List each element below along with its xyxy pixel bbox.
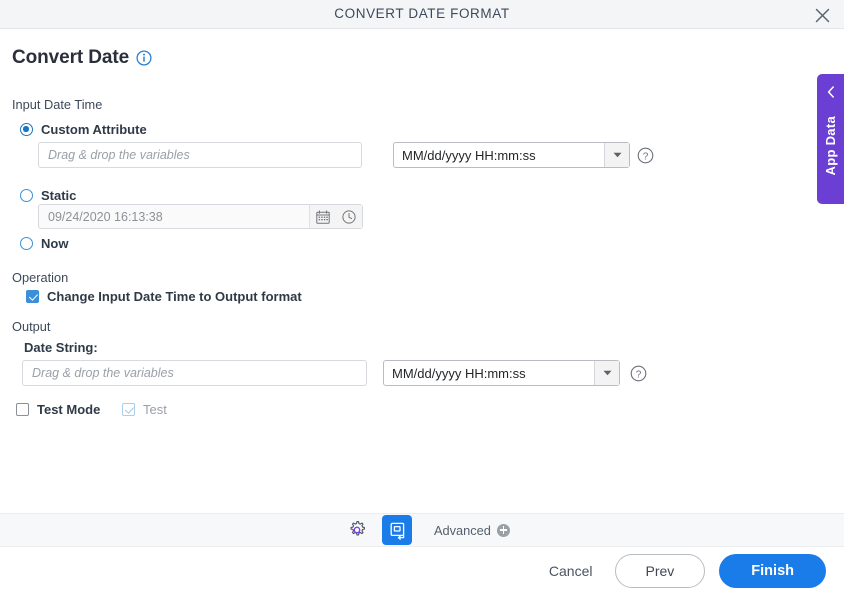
radio-now-label: Now	[41, 236, 69, 251]
svg-text:?: ?	[636, 369, 642, 380]
advanced-button[interactable]: Advanced	[434, 523, 510, 538]
advanced-label: Advanced	[434, 522, 491, 538]
convert-date-icon[interactable]	[382, 515, 412, 545]
page-title-text: Convert Date	[12, 47, 130, 68]
dialog-title: CONVERT DATE FORMAT	[334, 6, 510, 21]
input-format-select[interactable]: MM/dd/yyyy HH:mm:ss	[393, 142, 630, 168]
convert-date-format-dialog: CONVERT DATE FORMAT Convert Date Input D…	[0, 0, 844, 594]
input-format-value: MM/dd/yyyy HH:mm:ss	[402, 147, 536, 163]
radio-now-control[interactable]	[20, 237, 33, 250]
test-label: Test	[143, 402, 167, 417]
test-mode-checkbox[interactable]	[16, 403, 29, 416]
radio-custom-attribute-label: Custom Attribute	[41, 122, 147, 137]
svg-text:?: ?	[643, 151, 649, 162]
change-format-label: Change Input Date Time to Output format	[47, 289, 302, 304]
dialog-body: Convert Date Input Date Time Custom Attr…	[0, 29, 844, 505]
chevron-down-icon[interactable]	[604, 143, 629, 167]
output-format-select[interactable]: MM/dd/yyyy HH:mm:ss	[383, 360, 620, 386]
dialog-footer: Cancel Prev Finish	[0, 548, 844, 594]
calendar-icon[interactable]	[310, 205, 336, 228]
prev-button[interactable]: Prev	[614, 554, 706, 588]
change-format-checkbox[interactable]	[26, 290, 39, 303]
radio-custom-attribute-control[interactable]	[20, 123, 33, 136]
input-date-time-label: Input Date Time	[12, 97, 103, 112]
custom-attribute-input[interactable]: Drag & drop the variables	[38, 142, 362, 168]
test-mode-label: Test Mode	[37, 402, 101, 417]
app-data-tab-label: App Data	[823, 116, 838, 176]
date-string-label: Date String:	[24, 340, 98, 355]
gear-icon[interactable]	[346, 519, 368, 541]
chevron-left-icon	[827, 86, 835, 100]
date-string-placeholder: Drag & drop the variables	[32, 366, 174, 380]
close-icon[interactable]	[808, 3, 836, 27]
bottom-toolbar: Advanced	[0, 513, 844, 547]
static-datetime-value: 09/24/2020 16:13:38	[48, 209, 163, 224]
test-mode-checkbox-row[interactable]: Test Mode	[16, 402, 100, 417]
finish-button[interactable]: Finish	[719, 554, 826, 588]
input-format-help-icon[interactable]: ?	[637, 147, 654, 164]
plus-circle-icon[interactable]	[496, 523, 510, 537]
date-string-input[interactable]: Drag & drop the variables	[22, 360, 367, 386]
radio-now[interactable]: Now	[20, 236, 68, 251]
page-title: Convert Date	[12, 47, 152, 69]
operation-label: Operation	[12, 270, 69, 285]
test-checkbox	[122, 403, 135, 416]
output-format-value: MM/dd/yyyy HH:mm:ss	[392, 365, 526, 381]
radio-custom-attribute[interactable]: Custom Attribute	[20, 122, 147, 137]
custom-attribute-placeholder: Drag & drop the variables	[48, 148, 190, 162]
radio-static-control[interactable]	[20, 189, 33, 202]
radio-static-label: Static	[41, 188, 77, 203]
change-format-checkbox-row[interactable]: Change Input Date Time to Output format	[26, 289, 302, 304]
clock-icon[interactable]	[336, 205, 362, 228]
dialog-titlebar: CONVERT DATE FORMAT	[0, 0, 844, 29]
static-datetime-input[interactable]: 09/24/2020 16:13:38	[38, 204, 363, 229]
output-format-help-icon[interactable]: ?	[630, 365, 647, 382]
cancel-button[interactable]: Cancel	[535, 557, 607, 585]
chevron-down-icon[interactable]	[594, 361, 619, 385]
test-checkbox-row: Test	[122, 402, 167, 417]
app-data-tab[interactable]: App Data	[817, 74, 844, 204]
radio-static[interactable]: Static	[20, 188, 76, 203]
info-icon[interactable]	[136, 50, 152, 66]
output-label: Output	[12, 319, 51, 334]
static-datetime-icons	[309, 205, 362, 228]
